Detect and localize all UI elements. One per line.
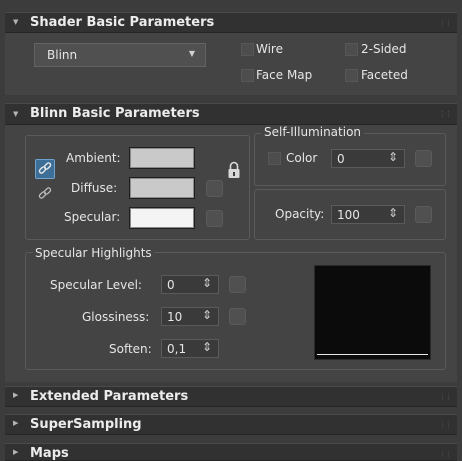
wire-checkbox[interactable] xyxy=(241,43,254,56)
rollout-header-blinn-basic[interactable]: ▼ Blinn Basic Parameters ⋮⋮ xyxy=(5,103,457,125)
diffuse-label: Diffuse: xyxy=(71,181,118,195)
curve-baseline xyxy=(317,354,428,355)
glossiness-spinner[interactable]: 10 ⇕ xyxy=(161,307,219,326)
spinner-value: 10 xyxy=(167,310,183,324)
expand-arrow-icon: ▼ xyxy=(13,18,19,26)
shader-rollout-body: Blinn ▼ Wire 2-Sided Face Map Faceted xyxy=(5,33,457,95)
grip-icon: ⋮⋮ xyxy=(439,450,452,458)
collapse-arrow-icon: ▶ xyxy=(13,391,19,399)
spinner-arrows-icon: ⇕ xyxy=(201,308,212,322)
spinner-arrows-icon: ⇕ xyxy=(387,206,398,220)
collapse-arrow-icon: ▶ xyxy=(13,419,19,427)
rollout-header-supersampling[interactable]: ▶ SuperSampling ⋮⋮ xyxy=(5,414,457,435)
lock-ambient-diffuse-button[interactable] xyxy=(35,159,55,179)
self-illum-spinner[interactable]: 0 ⇕ xyxy=(331,149,405,168)
self-illum-color-checkbox[interactable] xyxy=(268,152,281,165)
rollout-title: Extended Parameters xyxy=(30,389,189,404)
grip-icon: ⋮⋮ xyxy=(439,421,452,429)
rollout-title: SuperSampling xyxy=(30,417,142,432)
chain-link-icon xyxy=(38,162,52,174)
spinner-value: 100 xyxy=(337,208,360,222)
face-map-label: Face Map xyxy=(256,68,313,82)
self-illum-map-button[interactable] xyxy=(415,150,432,167)
soften-spinner[interactable]: 0,1 ⇕ xyxy=(161,339,219,358)
faceted-checkbox[interactable] xyxy=(345,69,358,82)
faceted-label: Faceted xyxy=(361,68,408,82)
blinn-rollout-body: Ambient: Diffuse: Specular: Self-Illumin… xyxy=(5,125,457,382)
rollout-header-extended[interactable]: ▶ Extended Parameters ⋮⋮ xyxy=(5,386,457,407)
specular-color-swatch[interactable] xyxy=(129,207,195,229)
map-lock-button[interactable] xyxy=(227,160,241,180)
chain-link-icon xyxy=(38,187,52,199)
spinner-arrows-icon: ⇕ xyxy=(201,276,212,290)
opacity-label: Opacity: xyxy=(275,207,325,221)
glossiness-map-button[interactable] xyxy=(229,308,246,325)
grip-icon: ⋮⋮ xyxy=(439,110,452,118)
self-illum-color-label: Color xyxy=(286,151,318,165)
soften-label: Soften: xyxy=(109,342,152,356)
specular-level-label: Specular Level: xyxy=(50,278,142,292)
grip-icon: ⋮⋮ xyxy=(439,393,452,401)
opacity-map-button[interactable] xyxy=(415,206,432,223)
expand-arrow-icon: ▼ xyxy=(13,110,19,118)
padlock-icon xyxy=(228,161,240,178)
spinner-value: 0 xyxy=(167,278,175,292)
specular-level-spinner[interactable]: 0 ⇕ xyxy=(161,275,219,294)
group-title: Self-Illumination xyxy=(261,125,365,139)
spinner-value: 0 xyxy=(337,152,345,166)
diffuse-map-button[interactable] xyxy=(206,180,223,197)
shader-type-dropdown[interactable]: Blinn ▼ xyxy=(34,43,206,67)
rollout-title: Shader Basic Parameters xyxy=(30,15,215,30)
collapse-arrow-icon: ▶ xyxy=(13,448,19,456)
spinner-arrows-icon: ⇕ xyxy=(387,150,398,164)
grip-icon: ⋮⋮ xyxy=(439,19,452,27)
two-sided-checkbox[interactable] xyxy=(345,43,358,56)
wire-label: Wire xyxy=(256,42,283,56)
group-title: Specular Highlights xyxy=(33,246,154,260)
specular-curve-preview xyxy=(314,265,431,360)
spinner-arrows-icon: ⇕ xyxy=(201,340,212,354)
diffuse-color-swatch[interactable] xyxy=(129,177,195,199)
spinner-value: 0,1 xyxy=(167,342,187,356)
lock-diffuse-specular-button[interactable] xyxy=(36,185,54,203)
face-map-checkbox[interactable] xyxy=(241,69,254,82)
rollout-title: Maps xyxy=(30,446,69,461)
rollout-header-shader-basic[interactable]: ▼ Shader Basic Parameters ⋮⋮ xyxy=(5,12,457,33)
ambient-color-swatch[interactable] xyxy=(129,147,195,169)
specular-label: Specular: xyxy=(64,210,121,224)
specular-level-map-button[interactable] xyxy=(229,276,246,293)
dropdown-value: Blinn xyxy=(47,48,78,62)
ambient-label: Ambient: xyxy=(66,151,121,165)
specular-map-button[interactable] xyxy=(206,210,223,227)
two-sided-label: 2-Sided xyxy=(361,42,407,56)
rollout-header-maps[interactable]: ▶ Maps ⋮⋮ xyxy=(5,443,457,461)
glossiness-label: Glossiness: xyxy=(82,310,150,324)
rollout-title: Blinn Basic Parameters xyxy=(30,106,200,121)
chevron-down-icon: ▼ xyxy=(188,49,195,58)
opacity-spinner[interactable]: 100 ⇕ xyxy=(331,205,405,224)
